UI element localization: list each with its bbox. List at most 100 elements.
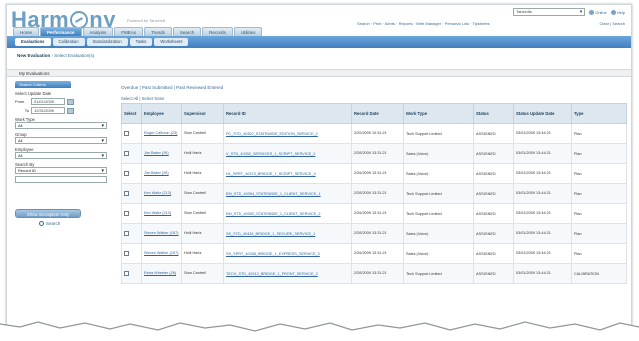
col-work-type[interactable]: Work Type [403,103,474,124]
calendar-icon[interactable] [67,98,74,105]
from-date-input[interactable]: 01/01/2009 [31,98,65,105]
worktype-select[interactable]: All [15,122,107,129]
record-id-link[interactable]: V_STD_40332_SERVICES_1_SCRIPT_SERVICE_2 [226,152,315,156]
checkbox[interactable] [124,130,129,136]
help-icon [610,9,616,15]
col-record-date[interactable]: Record Date [351,103,404,124]
table-row[interactable]: Steven Walker (157) Holli Hartz SS_STD_404… [121,223,627,244]
searchby-select[interactable]: Record ID [15,167,107,174]
select-checkbox[interactable] [121,123,142,144]
record-id-cell[interactable]: PC_STD_40302_STATEWIDE_EDITION_SERVICE_2 [223,123,352,144]
record-id-cell[interactable]: SS_SPRT_40438_BRIDGE_1_EXPRESS_SERVICE_3 [223,243,352,264]
tab-fmeas[interactable]: FMEAs [114,27,144,36]
to-date-input[interactable]: 12/31/2009 [31,107,65,114]
help-link[interactable]: Help [610,9,625,15]
employee-cell[interactable]: Reba Wheeler (26) [141,263,182,284]
employee-link[interactable]: Roger Calhoun (23) [144,131,177,135]
table-row[interactable]: Roger Calhoun (23) Stan Cantrell PC_STD_40… [121,123,627,144]
tab-utilities[interactable]: Utilities [233,27,263,36]
employee-link[interactable]: Steven Walker (157) [144,231,178,235]
col-employee[interactable]: Employee [141,103,182,124]
record-id-link[interactable]: SS_SPRT_40438_BRIDGE_1_EXPRESS_SERVICE_3 [226,252,320,256]
employee-cell[interactable]: Roger Calhoun (23) [141,123,182,144]
col-type[interactable]: Type [571,103,627,124]
employee-link[interactable]: Reba Wheeler (26) [144,271,176,275]
col-status-update-date[interactable]: Status Update Date [513,103,572,124]
employee-cell[interactable]: Steven Walker (157) [141,243,182,264]
record-id-link[interactable]: PC_STD_40302_STATEWIDE_EDITION_SERVICE_2 [226,132,318,136]
checkbox[interactable] [124,250,129,256]
select-checkbox[interactable] [121,183,142,204]
employee-link[interactable]: Ken Waltz (213) [144,211,171,215]
record-id-cell[interactable]: EM_STD_40392_STATEWIDE_1_CLIENT_SERVICE_… [223,203,352,224]
record-id-link[interactable]: SS_STD_40434_BRIDGE_1_SECURE_SERVICE_1 [226,232,315,236]
col-record-id[interactable]: Record ID [223,103,352,124]
to-row: To 12/31/2009 [15,107,109,114]
checkbox[interactable] [124,150,129,156]
record-id-link[interactable]: EM_STD_40392_STATEWIDE_1_CLIENT_SERVICE_… [226,212,321,216]
employee-select[interactable]: All [15,152,107,159]
select-checkbox[interactable] [121,143,142,164]
clear-search-links[interactable]: Clear | Search [600,21,626,26]
table-row[interactable]: Ken Waltz (213) Stan Cantrell EM_STD_40394… [121,183,627,204]
checkbox[interactable] [124,170,129,176]
employee-cell[interactable]: Jim Baker (26) [141,163,182,184]
employee-cell[interactable]: Ken Waltz (213) [141,203,182,224]
group-select[interactable]: All [15,137,107,144]
col-supervisor[interactable]: Supervisor [181,103,224,124]
employee-cell[interactable]: Jim Baker (26) [141,143,182,164]
employee-cell[interactable]: Steven Walker (157) [141,223,182,244]
tab-trends[interactable]: Trends [144,27,172,36]
checkbox[interactable] [124,270,129,276]
subtab-calibration[interactable]: Calibration [52,38,85,46]
record-id-cell[interactable]: EM_STD_40394_STATEWIDE_1_CLIENT_SERVICE_… [223,183,352,204]
record-id-link[interactable]: EM_STD_40394_STATEWIDE_1_CLIENT_SERVICE_… [226,192,321,196]
record-id-cell[interactable]: SS_STD_40434_BRIDGE_1_SECURE_SERVICE_1 [223,223,352,244]
tab-performance[interactable]: Performance [40,27,82,36]
subtab-tasks[interactable]: Tasks [129,38,153,46]
tab-search[interactable]: Search [172,27,202,36]
show-incomplete-button[interactable]: Show Incomplete Only [15,209,81,218]
employee-link[interactable]: Jim Baker (26) [144,151,169,155]
checkbox[interactable] [124,230,129,236]
employee-link[interactable]: Ken Waltz (213) [144,191,171,195]
search-button[interactable]: Search [39,221,109,226]
selection-links[interactable]: Select All | Select None [121,96,626,101]
record-id-cell[interactable]: TECH_STD_40312_BRIDGE_1_FRONT_SERVICE_2 [223,263,352,284]
table-row[interactable]: Jim Baker (26) Holli Hartz HL_SPRT_40373_B… [121,163,627,184]
select-checkbox[interactable] [121,263,142,284]
select-checkbox[interactable] [121,223,142,244]
select-checkbox[interactable] [121,163,142,184]
select-checkbox[interactable] [121,243,142,264]
record-id-cell[interactable]: HL_SPRT_40373_BRIDGE_1_SCRIPT_SERVICE_3 [223,163,352,184]
record-id-link[interactable]: HL_SPRT_40373_BRIDGE_1_SCRIPT_SERVICE_3 [226,172,316,176]
breadcrumb-link[interactable]: Select Evaluation(s) [54,53,94,58]
tab-home[interactable]: Home [13,27,40,36]
status-cell: ASSIGNED [473,163,514,184]
calendar-icon[interactable] [67,107,74,114]
table-row[interactable]: Reba Wheeler (26) Stan Cantrell TECH_STD_4… [121,263,627,284]
table-row[interactable]: Ken Waltz (213) Stan Cantrell EM_STD_40392… [121,203,627,224]
employee-link[interactable]: Jim Baker (26) [144,171,169,175]
select-checkbox[interactable] [121,203,142,224]
subtab-standardization[interactable]: Standardization [86,38,128,46]
search-text-input[interactable] [15,176,107,183]
table-row[interactable]: Steven Walker (157) Holli Hartz SS_SPRT_40… [121,243,627,264]
employee-cell[interactable]: Ken Waltz (213) [141,183,182,204]
utility-links[interactable]: Search · Print · Alerts · Reports · Web … [357,21,490,26]
domain-select[interactable]: Tanzinits [513,8,586,16]
online-link[interactable]: Online [589,9,607,15]
filter-links[interactable]: Overdue | Past Submitted | Past Reviewed… [121,85,626,90]
tab-analysis[interactable]: Analysis [82,27,114,36]
employee-link[interactable]: Steven Walker (157) [144,251,178,255]
col-status[interactable]: Status [473,103,514,124]
subtab-worksheets[interactable]: Worksheets [154,38,189,46]
checkbox[interactable] [124,210,129,216]
checkbox[interactable] [124,190,129,196]
col-select[interactable]: Select [121,103,142,124]
tab-records[interactable]: Records [202,27,233,36]
subtab-evaluations[interactable]: Evaluations [15,38,51,46]
table-row[interactable]: Jim Baker (26) Holli Hartz V_STD_40332_SER… [121,143,627,164]
record-id-link[interactable]: TECH_STD_40312_BRIDGE_1_FRONT_SERVICE_2 [226,272,318,276]
record-id-cell[interactable]: V_STD_40332_SERVICES_1_SCRIPT_SERVICE_2 [223,143,352,164]
